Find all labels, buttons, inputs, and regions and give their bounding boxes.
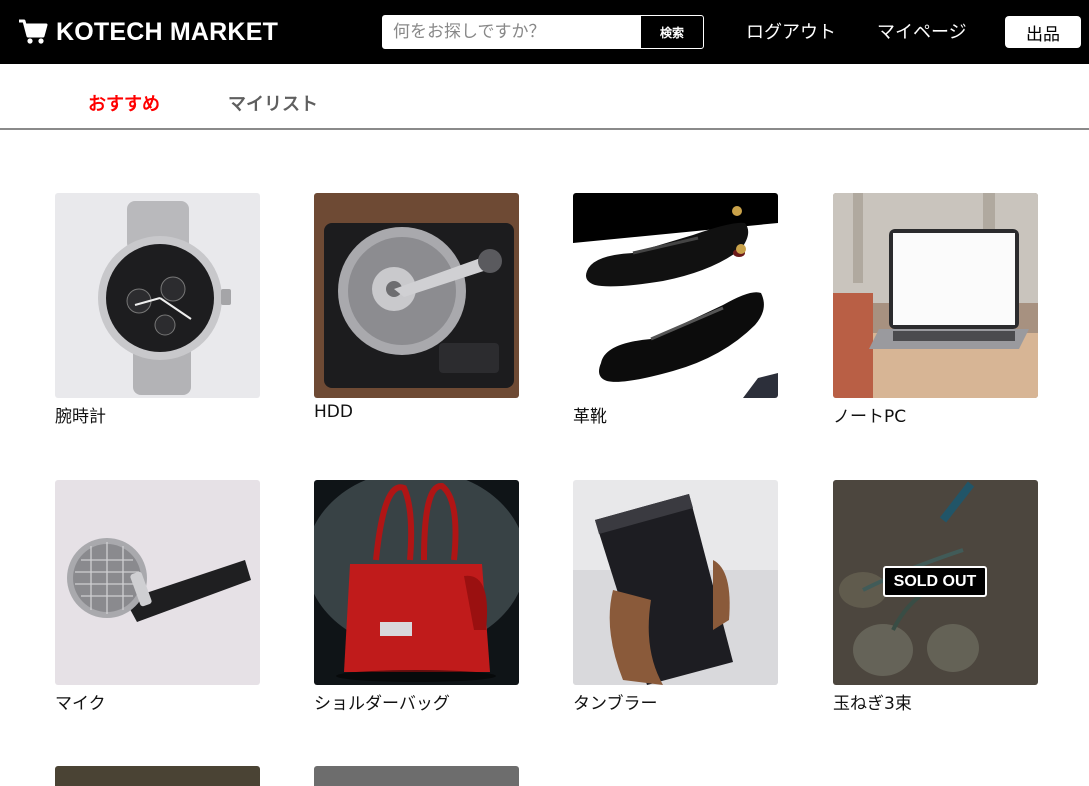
product-card[interactable]: ノートPC <box>833 193 1038 427</box>
header-bar: KOTECH MARKET 検索 ログアウト マイページ 出品 <box>0 0 1089 64</box>
microphone-image <box>55 480 260 685</box>
sold-out-badge: SOLD OUT <box>883 566 987 597</box>
tumbler-image <box>573 480 778 685</box>
mypage-link[interactable]: マイページ <box>877 20 967 46</box>
cart-icon <box>19 19 48 44</box>
tab-mylist[interactable]: マイリスト <box>228 90 318 116</box>
product-card[interactable]: HDD <box>314 193 519 422</box>
product-card[interactable]: 腕時計 <box>55 193 260 427</box>
product-card[interactable] <box>314 766 519 786</box>
product-card[interactable]: SOLD OUT 玉ねぎ3束 <box>833 480 1038 714</box>
tab-bar: おすすめ マイリスト <box>0 64 1089 128</box>
product-name: 腕時計 <box>55 407 106 427</box>
product-card[interactable]: ショルダーバッグ <box>314 480 519 714</box>
product-name: 革靴 <box>573 407 607 427</box>
product-name: 玉ねぎ3束 <box>833 694 912 714</box>
tab-recommended[interactable]: おすすめ <box>88 90 160 116</box>
watch-image <box>55 193 260 398</box>
product-card[interactable] <box>55 766 260 786</box>
tab-divider <box>0 128 1089 130</box>
product-card[interactable]: マイク <box>55 480 260 714</box>
onion-image: SOLD OUT <box>833 480 1038 685</box>
shoes-image <box>573 193 778 398</box>
product-name: ショルダーバッグ <box>314 694 450 714</box>
logo-text: KOTECH MARKET <box>56 17 279 46</box>
product-card[interactable]: タンブラー <box>573 480 778 714</box>
logo[interactable]: KOTECH MARKET <box>18 14 278 50</box>
laptop-image <box>833 193 1038 398</box>
logout-link[interactable]: ログアウト <box>746 20 836 46</box>
product-name: タンブラー <box>573 694 658 714</box>
bag-image <box>314 480 519 685</box>
product-name: マイク <box>55 694 106 714</box>
search-button[interactable]: 検索 <box>640 15 704 49</box>
product-name: ノートPC <box>833 407 907 427</box>
sell-button[interactable]: 出品 <box>1005 16 1081 48</box>
product-name: HDD <box>314 402 353 422</box>
hdd-image <box>314 193 519 398</box>
search-input[interactable] <box>382 15 640 49</box>
product-card[interactable]: 革靴 <box>573 193 778 427</box>
